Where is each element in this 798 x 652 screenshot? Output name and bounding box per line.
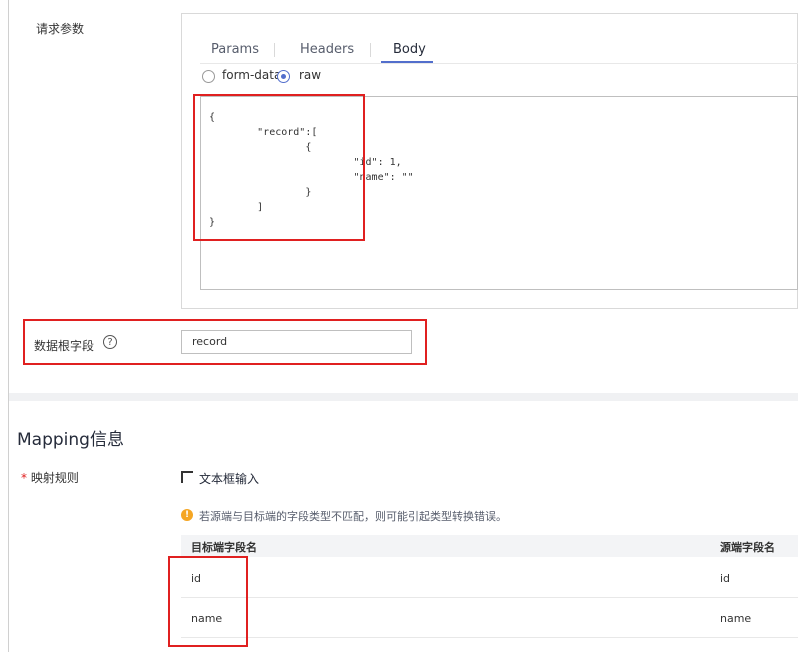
tab-separator [274,43,275,57]
column-source-field: 源端字段名 [720,541,775,554]
warning-circle-icon: ! [181,509,193,521]
mapping-table-header [181,535,798,557]
text-box-icon [181,471,193,483]
highlight-box-root-field [23,319,427,365]
required-mark: * [21,471,27,485]
tab-separator [370,43,371,57]
radio-raw-label: raw [299,68,322,82]
request-params-label: 请求参数 [36,22,85,36]
table-row-source-id: id [720,572,731,585]
radio-raw[interactable] [277,70,290,83]
tab-params[interactable]: Params [211,40,259,60]
mapping-section-title: Mapping信息 [17,430,124,450]
mapping-rule-text: 映射规则 [30,471,79,485]
tab-body[interactable]: Body [393,40,426,60]
text-input-mode[interactable]: 文本框输入 [199,470,259,487]
section-divider [9,393,798,401]
highlight-box-code [193,94,365,241]
warning-text: 若源端与目标端的字段类型不匹配，则可能引起类型转换错误。 [199,510,507,523]
row-divider [181,597,798,598]
tab-headers[interactable]: Headers [300,40,354,60]
highlight-box-target-fields [168,556,248,647]
tabs-divider [200,63,798,64]
radio-form-data-label: form-data [222,68,282,82]
tab-body-active-indicator [381,61,433,63]
column-target-field: 目标端字段名 [191,541,257,554]
radio-form-data[interactable] [202,70,215,83]
table-row-source-name: name [720,612,752,625]
row-divider [181,637,798,638]
mapping-rule-label: * 映射规则 [21,469,79,486]
